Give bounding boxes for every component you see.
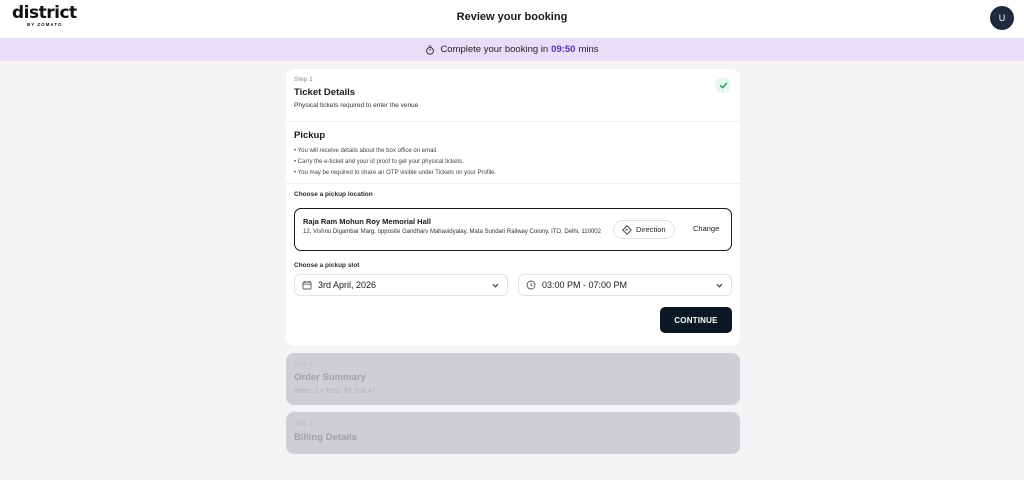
timer-prefix: Complete your booking in (440, 44, 549, 55)
list-item: You may be required to share an OTP visi… (294, 168, 496, 179)
clock-icon (526, 280, 536, 290)
order-summary-subtitle: Items: 1 • Total: ₹2,516.47 (294, 388, 376, 395)
continue-button[interactable]: CONTINUE (660, 307, 732, 333)
step-label: Step 3 (294, 420, 313, 427)
pickup-location-card[interactable]: Raja Ram Mohun Roy Memorial Hall 12, Vis… (294, 208, 732, 251)
step-label: Step 2 (294, 361, 313, 368)
chevron-down-icon (491, 281, 500, 290)
stopwatch-icon (425, 45, 435, 55)
ticket-details-subtitle: Physical tickets required to enter the v… (294, 102, 419, 109)
ticket-details-card: Step 1 Ticket Details Physical tickets r… (286, 69, 740, 346)
timer-suffix: mins (578, 44, 599, 55)
direction-label: Direction (636, 225, 666, 234)
venue-address: 12, Vishnu Digambar Marg, opposite Gandh… (303, 229, 601, 235)
check-icon (715, 77, 731, 93)
pickup-time-value: 03:00 PM - 07:00 PM (542, 280, 628, 290)
pickup-location-label: Choose a pickup location (294, 191, 373, 198)
order-summary-card: Step 2 Order Summary Items: 1 • Total: ₹… (286, 353, 740, 405)
divider (286, 121, 740, 122)
ticket-details-title: Ticket Details (294, 87, 356, 98)
pickup-date-value: 3rd April, 2026 (318, 280, 377, 290)
pickup-instructions: You will receive details about the box o… (294, 146, 496, 179)
list-item: Carry the e-ticket and your id proof to … (294, 157, 496, 168)
direction-button[interactable]: Direction (613, 220, 675, 239)
page-title: Review your booking (456, 11, 568, 23)
pickup-title: Pickup (294, 130, 326, 141)
pickup-date-select[interactable]: 3rd April, 2026 (294, 274, 508, 296)
timer-value: 09:50 (551, 44, 576, 55)
billing-details-title: Billing Details (294, 432, 357, 443)
list-item: You will receive details about the box o… (294, 146, 496, 157)
order-summary-title: Order Summary (294, 372, 366, 383)
step-label: Step 1 (294, 76, 313, 83)
divider (286, 183, 740, 184)
avatar-initial: U (998, 13, 1006, 23)
venue-name: Raja Ram Mohun Roy Memorial Hall (303, 217, 431, 226)
change-location-button[interactable]: Change (693, 224, 719, 233)
direction-icon (622, 224, 632, 235)
top-bar: district BY ZOMATO Review your booking U (0, 0, 1024, 38)
avatar[interactable]: U (990, 6, 1014, 30)
booking-timer-banner: Complete your booking in 09:50 mins (0, 38, 1024, 61)
pickup-slot-label: Choose a pickup slot (294, 262, 360, 269)
chevron-down-icon (715, 281, 724, 290)
pickup-time-select[interactable]: 03:00 PM - 07:00 PM (518, 274, 732, 296)
billing-details-card: Step 3 Billing Details (286, 412, 740, 454)
calendar-icon (302, 280, 312, 290)
